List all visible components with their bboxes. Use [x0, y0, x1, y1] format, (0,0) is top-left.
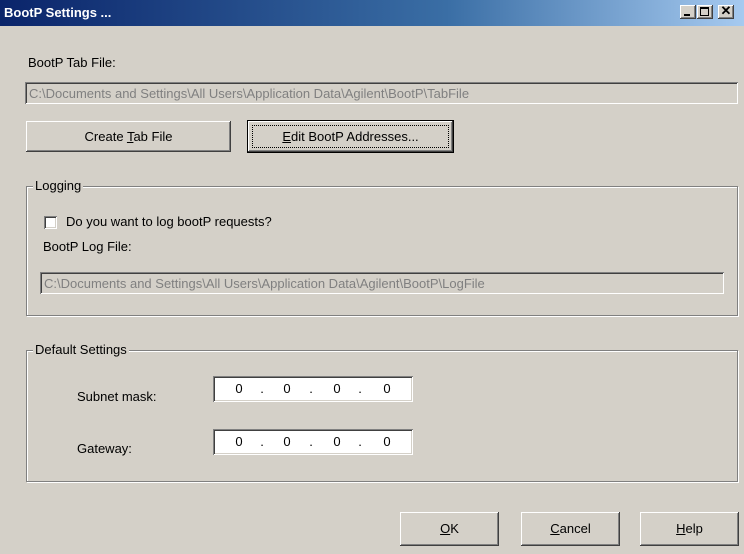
default-settings-group-title: Default Settings	[33, 342, 129, 357]
create-tab-file-button[interactable]: Create Tab File	[26, 121, 231, 152]
subnet-octet-3[interactable]: 0	[329, 381, 345, 396]
maximize-icon	[700, 7, 709, 16]
subnet-dot: .	[358, 381, 362, 396]
create-tab-label-post: ab File	[133, 129, 173, 144]
gateway-input[interactable]: 0 . 0 . 0 . 0	[213, 429, 413, 455]
close-button[interactable]: ✕	[718, 3, 734, 19]
minimize-icon	[684, 14, 690, 16]
subnet-dot: .	[260, 381, 264, 396]
subnet-dot: .	[309, 381, 313, 396]
help-label-post: elp	[685, 521, 703, 536]
cancel-button[interactable]: Cancel	[521, 512, 620, 546]
edit-bootp-label-accel: E	[282, 129, 291, 144]
logging-group-title: Logging	[33, 178, 84, 193]
maximize-button[interactable]	[697, 5, 713, 19]
help-button[interactable]: Help	[640, 512, 739, 546]
gateway-dot: .	[358, 434, 362, 449]
close-icon: ✕	[720, 3, 732, 18]
window-title: BootP Settings ...	[4, 5, 112, 20]
gateway-dot: .	[260, 434, 264, 449]
ok-label-post: K	[450, 521, 459, 536]
help-label-accel: H	[676, 521, 686, 536]
gateway-octet-4[interactable]: 0	[379, 434, 395, 449]
gateway-octet-2[interactable]: 0	[279, 434, 295, 449]
gateway-octet-1[interactable]: 0	[231, 434, 247, 449]
gateway-octet-3[interactable]: 0	[329, 434, 345, 449]
title-bar: BootP Settings ... ✕	[0, 0, 744, 26]
gateway-label: Gateway:	[77, 441, 132, 456]
subnet-mask-label: Subnet mask:	[77, 389, 157, 404]
minimize-button[interactable]	[680, 5, 696, 19]
edit-bootp-label-post: dit BootP Addresses...	[291, 129, 419, 144]
ok-button[interactable]: OK	[400, 512, 499, 546]
subnet-mask-input[interactable]: 0 . 0 . 0 . 0	[213, 376, 413, 402]
subnet-octet-1[interactable]: 0	[231, 381, 247, 396]
log-file-label: BootP Log File:	[43, 239, 132, 254]
cancel-label-post: ancel	[559, 521, 591, 536]
log-requests-checkbox[interactable]	[44, 216, 57, 229]
cancel-label-accel: C	[550, 521, 560, 536]
tab-file-label: BootP Tab File:	[28, 55, 116, 70]
gateway-dot: .	[309, 434, 313, 449]
log-requests-label[interactable]: Do you want to log bootP requests?	[66, 214, 272, 229]
subnet-octet-2[interactable]: 0	[279, 381, 295, 396]
logging-group: Logging	[26, 178, 738, 316]
log-file-path-field[interactable]: C:\Documents and Settings\All Users\Appl…	[40, 272, 724, 294]
tab-file-path-field[interactable]: C:\Documents and Settings\All Users\Appl…	[25, 82, 738, 104]
ok-label-accel: O	[440, 521, 451, 536]
subnet-octet-4[interactable]: 0	[379, 381, 395, 396]
create-tab-label-pre: Create	[84, 129, 127, 144]
edit-bootp-addresses-button[interactable]: Edit BootP Addresses...	[247, 120, 454, 153]
default-settings-group: Default Settings	[26, 342, 738, 482]
